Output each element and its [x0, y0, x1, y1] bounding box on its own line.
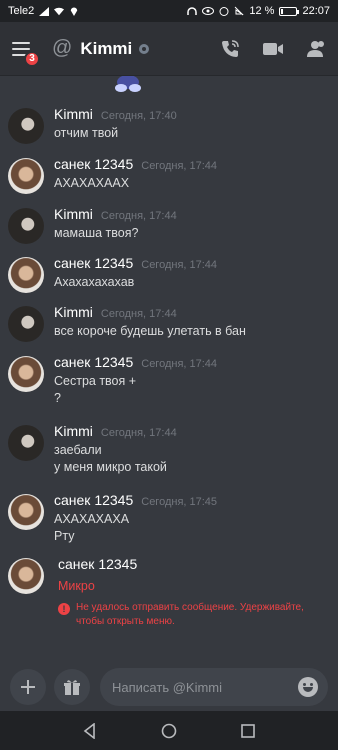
message-text: Ахахахахахав: [54, 275, 135, 289]
send-error-text: Не удалось отправить сообщение. Удержива…: [76, 602, 304, 627]
message-text: у меня микро такой: [54, 460, 167, 474]
gift-button[interactable]: [54, 669, 90, 705]
message[interactable]: Kimmi Сегодня, 17:40 отчим твой: [8, 106, 330, 144]
notification-badge: 3: [24, 50, 40, 67]
message[interactable]: санек 12345 Сегодня, 17:45 АХАХАХАХА Рту: [8, 492, 330, 545]
message-text: Сестра твоя +: [54, 374, 137, 388]
avatar[interactable]: [8, 306, 44, 342]
video-icon[interactable]: [262, 41, 284, 57]
message-author[interactable]: санек 12345: [58, 556, 137, 572]
message[interactable]: Kimmi Сегодня, 17:44 заебали у меня микр…: [8, 423, 330, 476]
message-author[interactable]: санек 12345: [54, 255, 133, 271]
message-text: ?: [54, 391, 61, 405]
status-bar: Tele2 12 % 22:07: [0, 0, 338, 22]
message-timestamp: Сегодня, 17:44: [141, 259, 218, 271]
message[interactable]: санек 12345 Сегодня, 17:44 АХАХАХААХ: [8, 156, 330, 194]
message-author[interactable]: Kimmi: [54, 106, 93, 122]
carrier-label: Tele2: [8, 5, 35, 17]
channel-header: 3 @ Kimmi: [0, 22, 338, 76]
message-text: Рту: [54, 529, 75, 543]
avatar[interactable]: [8, 208, 44, 244]
message-author[interactable]: санек 12345: [54, 354, 133, 370]
avatar[interactable]: [8, 494, 44, 530]
emoji-icon[interactable]: [298, 677, 318, 697]
message-text: заебали: [54, 443, 102, 457]
location-icon: [71, 6, 78, 16]
avatar[interactable]: [8, 158, 44, 194]
message[interactable]: санек 12345 Сегодня, 17:44 Сестра твоя +…: [8, 354, 330, 407]
send-error[interactable]: ! Не удалось отправить сообщение. Удержи…: [58, 601, 316, 629]
avatar[interactable]: [8, 425, 44, 461]
back-icon[interactable]: [82, 722, 98, 739]
message-timestamp: Сегодня, 17:44: [100, 210, 177, 222]
eye-icon: [202, 7, 215, 15]
message-list[interactable]: Kimmi Сегодня, 17:40 отчим твой санек 12…: [0, 76, 338, 666]
wifi-icon: [54, 7, 65, 15]
message[interactable]: санек 12345 Сегодня, 17:44 Ахахахахахав: [8, 255, 330, 293]
menu-icon: [12, 41, 30, 44]
message-author[interactable]: Kimmi: [54, 423, 93, 439]
message-input[interactable]: [112, 679, 298, 695]
message-timestamp: Сегодня, 17:44: [100, 427, 177, 439]
message-author[interactable]: санек 12345: [54, 156, 133, 172]
message-timestamp: Сегодня, 17:44: [141, 358, 218, 370]
message-input-wrapper[interactable]: [100, 668, 328, 706]
gift-icon: [64, 680, 80, 695]
battery-percent: 12 %: [249, 5, 275, 17]
failed-message[interactable]: санек 12345 Микро ! Не удалось отправить…: [8, 556, 330, 629]
recents-icon[interactable]: [240, 723, 256, 739]
menu-button[interactable]: 3: [12, 36, 40, 67]
dm-recipient-name[interactable]: Kimmi: [80, 39, 132, 59]
message-timestamp: Сегодня, 17:44: [141, 160, 218, 172]
home-icon[interactable]: [161, 723, 177, 739]
message-author[interactable]: Kimmi: [54, 304, 93, 320]
message-author[interactable]: санек 12345: [54, 492, 133, 508]
alarm-icon: [219, 7, 229, 16]
message-timestamp: Сегодня, 17:44: [100, 308, 177, 320]
avatar[interactable]: [8, 558, 44, 594]
mute-icon: [235, 6, 245, 16]
battery-icon: [279, 6, 300, 16]
avatar[interactable]: [8, 108, 44, 144]
message[interactable]: Kimmi Сегодня, 17:44 все короче будешь у…: [8, 304, 330, 342]
status-offline-icon: [139, 43, 150, 54]
message-text: отчим твой: [54, 126, 119, 140]
clock: 22:07: [302, 5, 330, 17]
message-timestamp: Сегодня, 17:40: [100, 110, 177, 122]
error-icon: !: [58, 603, 70, 615]
partially-visible-sticker: [115, 76, 141, 92]
message-timestamp: Сегодня, 17:45: [141, 496, 218, 508]
call-icon[interactable]: [220, 39, 240, 59]
message-composer: [0, 664, 338, 710]
message-text: АХАХАХАХА: [54, 512, 130, 526]
system-navigation-bar: [0, 711, 338, 750]
add-attachment-button[interactable]: [10, 669, 46, 705]
plus-icon: [21, 680, 35, 694]
message-text: АХАХАХААХ: [54, 176, 130, 190]
signal-icon: [39, 6, 50, 16]
menu-icon-bar: [12, 47, 30, 50]
headphones-icon: [187, 6, 198, 15]
message-text: мамаша твоя?: [54, 226, 139, 240]
avatar[interactable]: [8, 356, 44, 392]
message-author[interactable]: Kimmi: [54, 206, 93, 222]
message[interactable]: Kimmi Сегодня, 17:44 мамаша твоя?: [8, 206, 330, 244]
message-text: Микро: [58, 579, 95, 593]
member-list-icon[interactable]: [306, 40, 326, 58]
message-text: все короче будешь улетать в бан: [54, 324, 246, 338]
at-icon: @: [52, 37, 73, 59]
avatar[interactable]: [8, 257, 44, 293]
